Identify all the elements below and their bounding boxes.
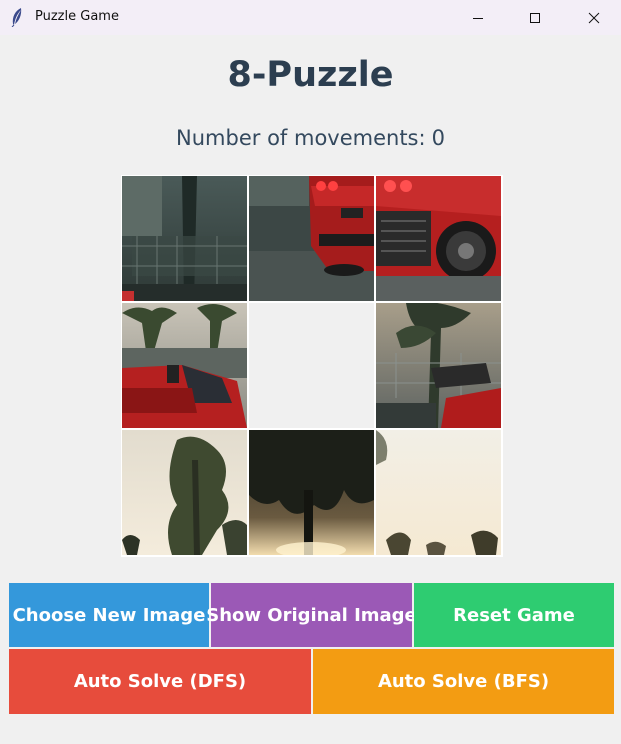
tile-image	[376, 303, 501, 428]
close-icon	[588, 12, 600, 23]
auto-solve-dfs-button[interactable]: Auto Solve (DFS)	[9, 649, 311, 714]
puzzle-tile[interactable]	[376, 303, 501, 428]
puzzle-game-window: Puzzle Game 8-Puzzle Number of movements…	[0, 0, 621, 744]
moves-label: Number of movements:	[176, 126, 426, 150]
moves-counter: Number of movements: 0	[0, 126, 621, 150]
puzzle-tile[interactable]	[122, 176, 247, 301]
auto-solve-bfs-button[interactable]: Auto Solve (BFS)	[313, 649, 614, 714]
empty-tile	[249, 303, 374, 428]
puzzle-board	[121, 175, 503, 557]
puzzle-tile[interactable]	[122, 430, 247, 555]
maximize-button[interactable]	[512, 0, 558, 35]
puzzle-tile[interactable]	[249, 176, 374, 301]
moves-count: 0	[431, 126, 445, 150]
feather-icon	[11, 8, 22, 27]
tile-image	[376, 430, 501, 555]
puzzle-tile[interactable]	[376, 430, 501, 555]
reset-game-button[interactable]: Reset Game	[414, 583, 614, 647]
show-original-image-button[interactable]: Show Original Image	[206, 583, 417, 647]
close-button[interactable]	[571, 0, 617, 35]
tile-image	[122, 176, 247, 301]
window-title: Puzzle Game	[35, 9, 119, 24]
minimize-icon	[473, 17, 483, 19]
page-title: 8-Puzzle	[227, 55, 394, 95]
title-bar[interactable]: Puzzle Game	[0, 0, 621, 35]
minimize-button[interactable]	[455, 0, 501, 35]
choose-new-image-button[interactable]: Choose New Image	[9, 583, 209, 647]
tile-image	[122, 303, 247, 428]
maximize-icon	[530, 12, 540, 23]
puzzle-tile[interactable]	[249, 430, 374, 555]
tile-image	[249, 176, 374, 301]
tile-image	[122, 430, 247, 555]
puzzle-tile[interactable]	[376, 176, 501, 301]
puzzle-tile[interactable]	[122, 303, 247, 428]
tile-image	[249, 430, 374, 555]
tile-image	[376, 176, 501, 301]
